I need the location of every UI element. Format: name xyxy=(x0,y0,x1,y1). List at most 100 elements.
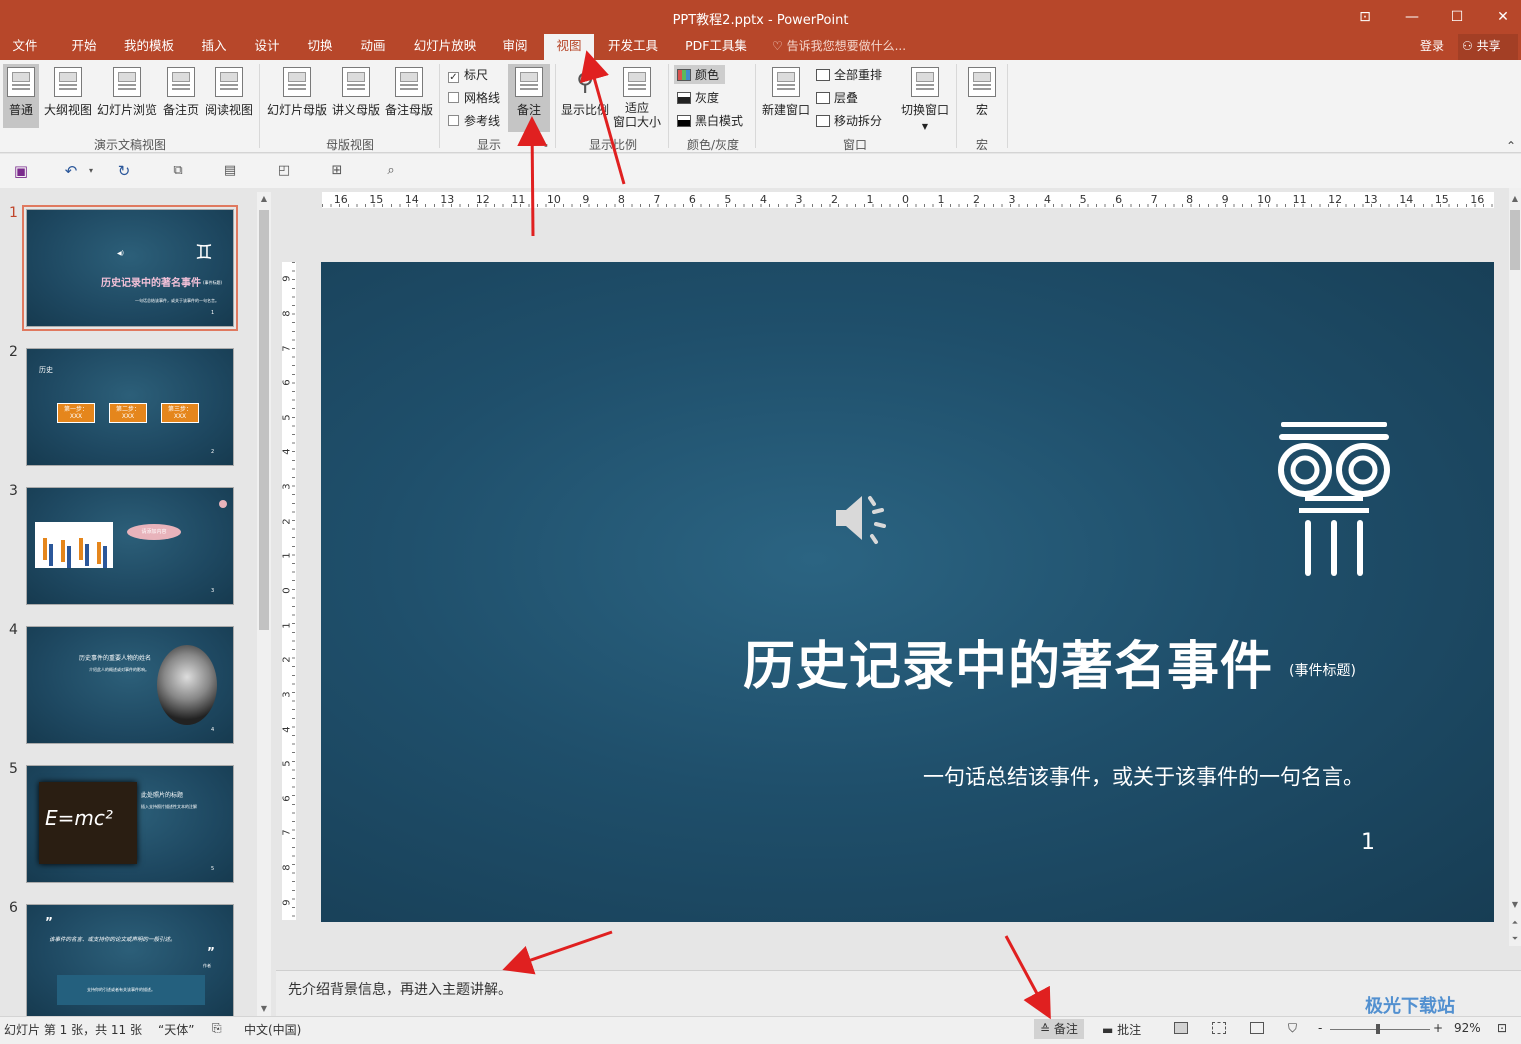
ribbon-display-options-icon[interactable]: ⊡ xyxy=(1350,6,1380,28)
slide-thumbnail[interactable]: ◀) ♊ 历史记录中的著名事件 (事件标题) 一句话总结该事件，或关于该事件的一… xyxy=(22,205,238,331)
undo-icon[interactable]: ↶ xyxy=(62,162,80,180)
tab-animations[interactable]: 动画 xyxy=(348,34,398,60)
ruler-tick-label: 9 xyxy=(1221,193,1229,206)
ruler-checkbox[interactable]: ✓ 标尺 xyxy=(448,66,488,83)
thumbnails-scrollbar[interactable]: ▲ ▼ xyxy=(257,192,271,1016)
minimize-icon[interactable]: — xyxy=(1397,6,1427,28)
slideshow-from-start-icon[interactable]: ◰ xyxy=(275,162,293,180)
print-preview-icon[interactable]: ⌕ xyxy=(382,162,400,180)
tab-insert[interactable]: 插入 xyxy=(188,34,240,60)
notes-icon xyxy=(515,67,543,97)
scroll-thumb[interactable] xyxy=(259,210,269,630)
zoom-slider-handle[interactable] xyxy=(1376,1024,1380,1034)
slide-title-tag[interactable]: (事件标题) xyxy=(1289,660,1356,680)
collapse-ribbon-icon[interactable]: ⌃ xyxy=(1506,139,1516,153)
slideshow-icon[interactable]: ⛉ xyxy=(1288,1021,1297,1036)
new-slide-icon[interactable]: ⧉ xyxy=(169,162,187,180)
layout-icon[interactable]: ▤ xyxy=(221,162,239,180)
redo-icon[interactable]: ↻ xyxy=(115,162,133,180)
slide-sorter-button[interactable]: 幻灯片浏览 xyxy=(96,67,158,118)
ruler-tick-label: 0 xyxy=(902,193,909,206)
comments-button[interactable]: ▬ 批注 xyxy=(1102,1021,1141,1038)
spell-check-icon[interactable]: ⎘ xyxy=(212,1021,222,1036)
comment-icon: ▬ xyxy=(1102,1023,1118,1037)
slide-thumbnail[interactable]: ” 该事件的名言、或支持你的论文或声明的一般引述。 ” 作者 支持你的引述或者有… xyxy=(26,904,234,1016)
slide-master-button[interactable]: 幻灯片母版 xyxy=(265,67,329,118)
slide-subtitle[interactable]: 一句话总结该事件，或关于该事件的一句名言。 xyxy=(923,761,1364,791)
tab-review[interactable]: 审阅 xyxy=(492,34,538,60)
move-split-button[interactable]: 移动拆分 xyxy=(816,112,882,129)
slide-title[interactable]: 历史记录中的著名事件 xyxy=(743,624,1273,699)
scroll-down-icon[interactable]: ▼ xyxy=(1508,900,1521,909)
dialog-launcher-icon[interactable]: ↘ xyxy=(541,140,549,150)
scroll-down-icon[interactable]: ▼ xyxy=(257,1004,271,1013)
next-slide-icon[interactable]: ⏷ xyxy=(1508,934,1521,944)
slide-sorter-icon[interactable] xyxy=(1212,1022,1226,1034)
share-button[interactable]: ⚇ 共享 xyxy=(1458,34,1518,60)
slide-thumbnail[interactable]: 历史 第一步： XXX 第二步： XXX 第三步： XXX 2 xyxy=(26,348,234,466)
guides-checkbox[interactable]: 参考线 xyxy=(448,112,500,129)
outline-view-button[interactable]: 大纲视图 xyxy=(42,67,94,118)
tab-view[interactable]: 视图 xyxy=(544,34,594,60)
tab-transitions[interactable]: 切换 xyxy=(296,34,344,60)
normal-view-button[interactable]: 普通 xyxy=(3,64,39,128)
slide-thumbnail[interactable]: 历史事件的重要人物的姓名 介绍此人的概述或对事件的影响。 4 xyxy=(26,626,234,744)
slide-thumbnail[interactable]: E=mc² 此处照片的标题 插入支持照片描述性文本的注解 5 xyxy=(26,765,234,883)
save-icon[interactable]: ▣ xyxy=(12,162,30,180)
notes-pane[interactable]: 先介绍背景信息，再进入主题讲解。 xyxy=(276,970,1521,1016)
tell-me-box[interactable]: ♡ 告诉我您想要做什么... xyxy=(772,34,906,58)
ruler-tick-label: 4 xyxy=(282,725,293,733)
ruler-label: 标尺 xyxy=(464,68,489,82)
presenter-icon[interactable]: ⊞ xyxy=(328,162,346,180)
current-slide[interactable]: 历史记录中的著名事件 (事件标题) 一句话总结该事件，或关于该事件的一句名言。 … xyxy=(321,262,1494,922)
normal-view-icon[interactable] xyxy=(1174,1022,1188,1034)
cascade-button[interactable]: 层叠 xyxy=(816,89,858,106)
zoom-slider[interactable] xyxy=(1330,1024,1430,1034)
scroll-up-icon[interactable]: ▲ xyxy=(257,194,271,203)
notes-page-button[interactable]: 备注页 xyxy=(160,67,202,118)
tab-file[interactable]: 文件 xyxy=(0,34,50,60)
scroll-thumb[interactable] xyxy=(1510,210,1520,270)
zoom-level[interactable]: 92% xyxy=(1454,1021,1481,1035)
thumb-page: 5 xyxy=(211,866,215,872)
switch-window-button[interactable]: 切换窗口 ▼ xyxy=(898,67,952,132)
notes-master-button[interactable]: 备注母版 xyxy=(383,67,435,118)
arrange-all-button[interactable]: 全部重排 xyxy=(816,66,882,83)
previous-slide-icon[interactable]: ⏶ xyxy=(1508,918,1521,928)
tab-design[interactable]: 设计 xyxy=(242,34,292,60)
undo-dropdown-icon[interactable]: ▾ xyxy=(82,162,100,180)
notes-toggle-button[interactable]: 备注 xyxy=(508,64,550,132)
black-white-button[interactable]: 黑白模式 xyxy=(677,112,743,129)
gridlines-checkbox[interactable]: 网格线 xyxy=(448,89,500,106)
zoom-in-icon[interactable]: + xyxy=(1433,1021,1443,1035)
ruler-tick-label: 2 xyxy=(282,518,293,525)
tab-my-templates[interactable]: 我的模板 xyxy=(116,34,182,60)
editor-scrollbar[interactable]: ▲ ▼ ⏶ ⏷ xyxy=(1509,188,1521,946)
zoom-button[interactable]: ⚲ 显示比例 xyxy=(560,67,610,118)
tab-pdf-tools[interactable]: PDF工具集 xyxy=(676,34,756,60)
zoom-out-icon[interactable]: - xyxy=(1318,1021,1322,1035)
maximize-icon[interactable]: ☐ xyxy=(1442,6,1472,28)
tab-developer[interactable]: 开发工具 xyxy=(600,34,666,60)
macros-button[interactable]: 宏 xyxy=(962,67,1002,118)
speaker-icon[interactable] xyxy=(832,490,892,546)
notes-status-button[interactable]: ≙ 备注 xyxy=(1034,1019,1084,1039)
slide-thumbnail[interactable]: 请添加内容 3 xyxy=(26,487,234,605)
scroll-up-icon[interactable]: ▲ xyxy=(1508,194,1521,203)
ruler-tick-label: 14 xyxy=(1399,193,1414,206)
color-button[interactable]: 颜色 xyxy=(674,65,726,84)
handout-master-button[interactable]: 讲义母版 xyxy=(330,67,382,118)
reading-view-button[interactable]: 阅读视图 xyxy=(203,67,255,118)
grayscale-button[interactable]: 灰度 xyxy=(677,89,719,106)
close-icon[interactable]: ✕ xyxy=(1488,6,1518,28)
reading-view-icon[interactable] xyxy=(1250,1022,1264,1034)
notes-text[interactable]: 先介绍背景信息，再进入主题讲解。 xyxy=(288,979,512,999)
tab-slideshow[interactable]: 幻灯片放映 xyxy=(404,34,486,60)
new-window-button[interactable]: 新建窗口 xyxy=(760,67,812,118)
fit-window-button[interactable]: 适应 窗口大小 xyxy=(612,67,662,129)
language-indicator[interactable]: 中文(中国) xyxy=(244,1021,301,1038)
tab-home[interactable]: 开始 xyxy=(58,34,110,60)
fit-slide-icon[interactable]: ⊡ xyxy=(1497,1021,1507,1035)
ruler-tick-label: 5 xyxy=(1079,193,1087,206)
login-link[interactable]: 登录 xyxy=(1420,34,1444,58)
